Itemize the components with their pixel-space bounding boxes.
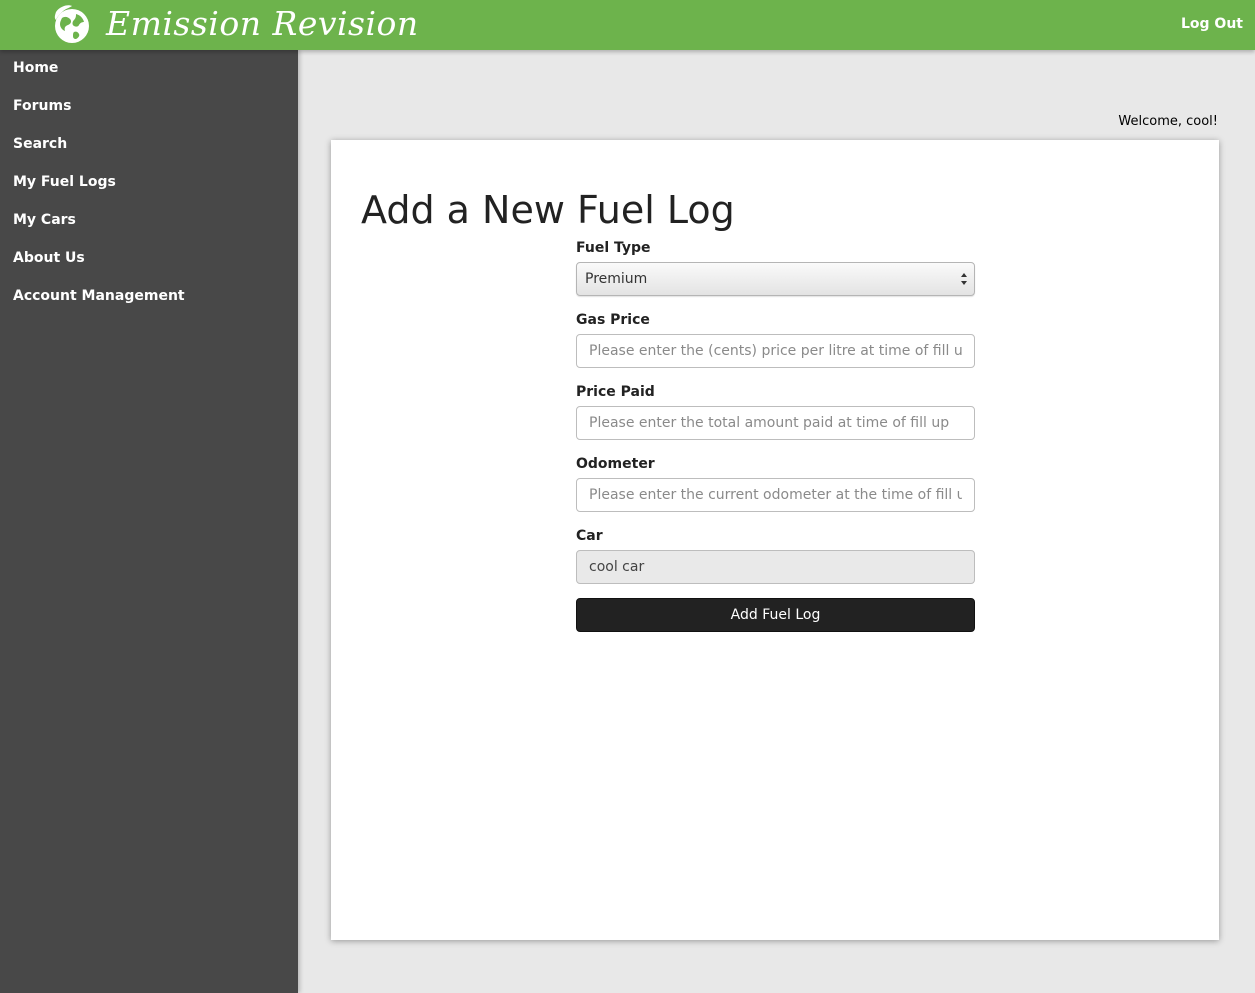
car-input[interactable] xyxy=(576,550,975,584)
sidebar-nav: Home Forums Search My Fuel Logs My Cars … xyxy=(0,50,298,993)
price-paid-label: Price Paid xyxy=(576,384,655,400)
fuel-type-label: Fuel Type xyxy=(576,240,651,256)
sidebar-item-my-fuel-logs[interactable]: My Fuel Logs xyxy=(0,174,298,212)
globe-leaf-icon xyxy=(54,5,89,43)
price-paid-field: Price Paid xyxy=(576,384,975,440)
fuel-log-card: Add a New Fuel Log Fuel Type Premium Gas… xyxy=(331,140,1219,940)
odometer-input[interactable] xyxy=(576,478,975,512)
fuel-type-field: Fuel Type Premium xyxy=(576,240,975,296)
top-header: Emission Revision Log Out xyxy=(0,0,1255,50)
sidebar-item-forums[interactable]: Forums xyxy=(0,98,298,136)
page-title: Add a New Fuel Log xyxy=(361,188,735,232)
gas-price-label: Gas Price xyxy=(576,312,650,328)
gas-price-input[interactable] xyxy=(576,334,975,368)
brand-name: Emission Revision xyxy=(106,4,419,43)
sidebar-item-search[interactable]: Search xyxy=(0,136,298,174)
select-arrows-icon xyxy=(961,273,967,285)
car-field: Car xyxy=(576,528,975,584)
odometer-field: Odometer xyxy=(576,456,975,512)
add-fuel-log-button[interactable]: Add Fuel Log xyxy=(576,598,975,632)
odometer-label: Odometer xyxy=(576,456,655,472)
sidebar-item-home[interactable]: Home xyxy=(0,60,298,98)
sidebar-item-my-cars[interactable]: My Cars xyxy=(0,212,298,250)
fuel-log-form: Fuel Type Premium Gas Price Price Paid O… xyxy=(576,240,975,632)
price-paid-input[interactable] xyxy=(576,406,975,440)
fuel-type-select[interactable]: Premium xyxy=(576,262,975,296)
brand-logo[interactable]: Emission Revision xyxy=(48,2,419,46)
welcome-message: Welcome, cool! xyxy=(1118,114,1218,129)
logout-link[interactable]: Log Out xyxy=(1181,16,1243,32)
sidebar-item-about-us[interactable]: About Us xyxy=(0,250,298,288)
car-label: Car xyxy=(576,528,603,544)
fuel-type-value: Premium xyxy=(585,271,648,287)
gas-price-field: Gas Price xyxy=(576,312,975,368)
sidebar-item-account-management[interactable]: Account Management xyxy=(0,288,298,326)
